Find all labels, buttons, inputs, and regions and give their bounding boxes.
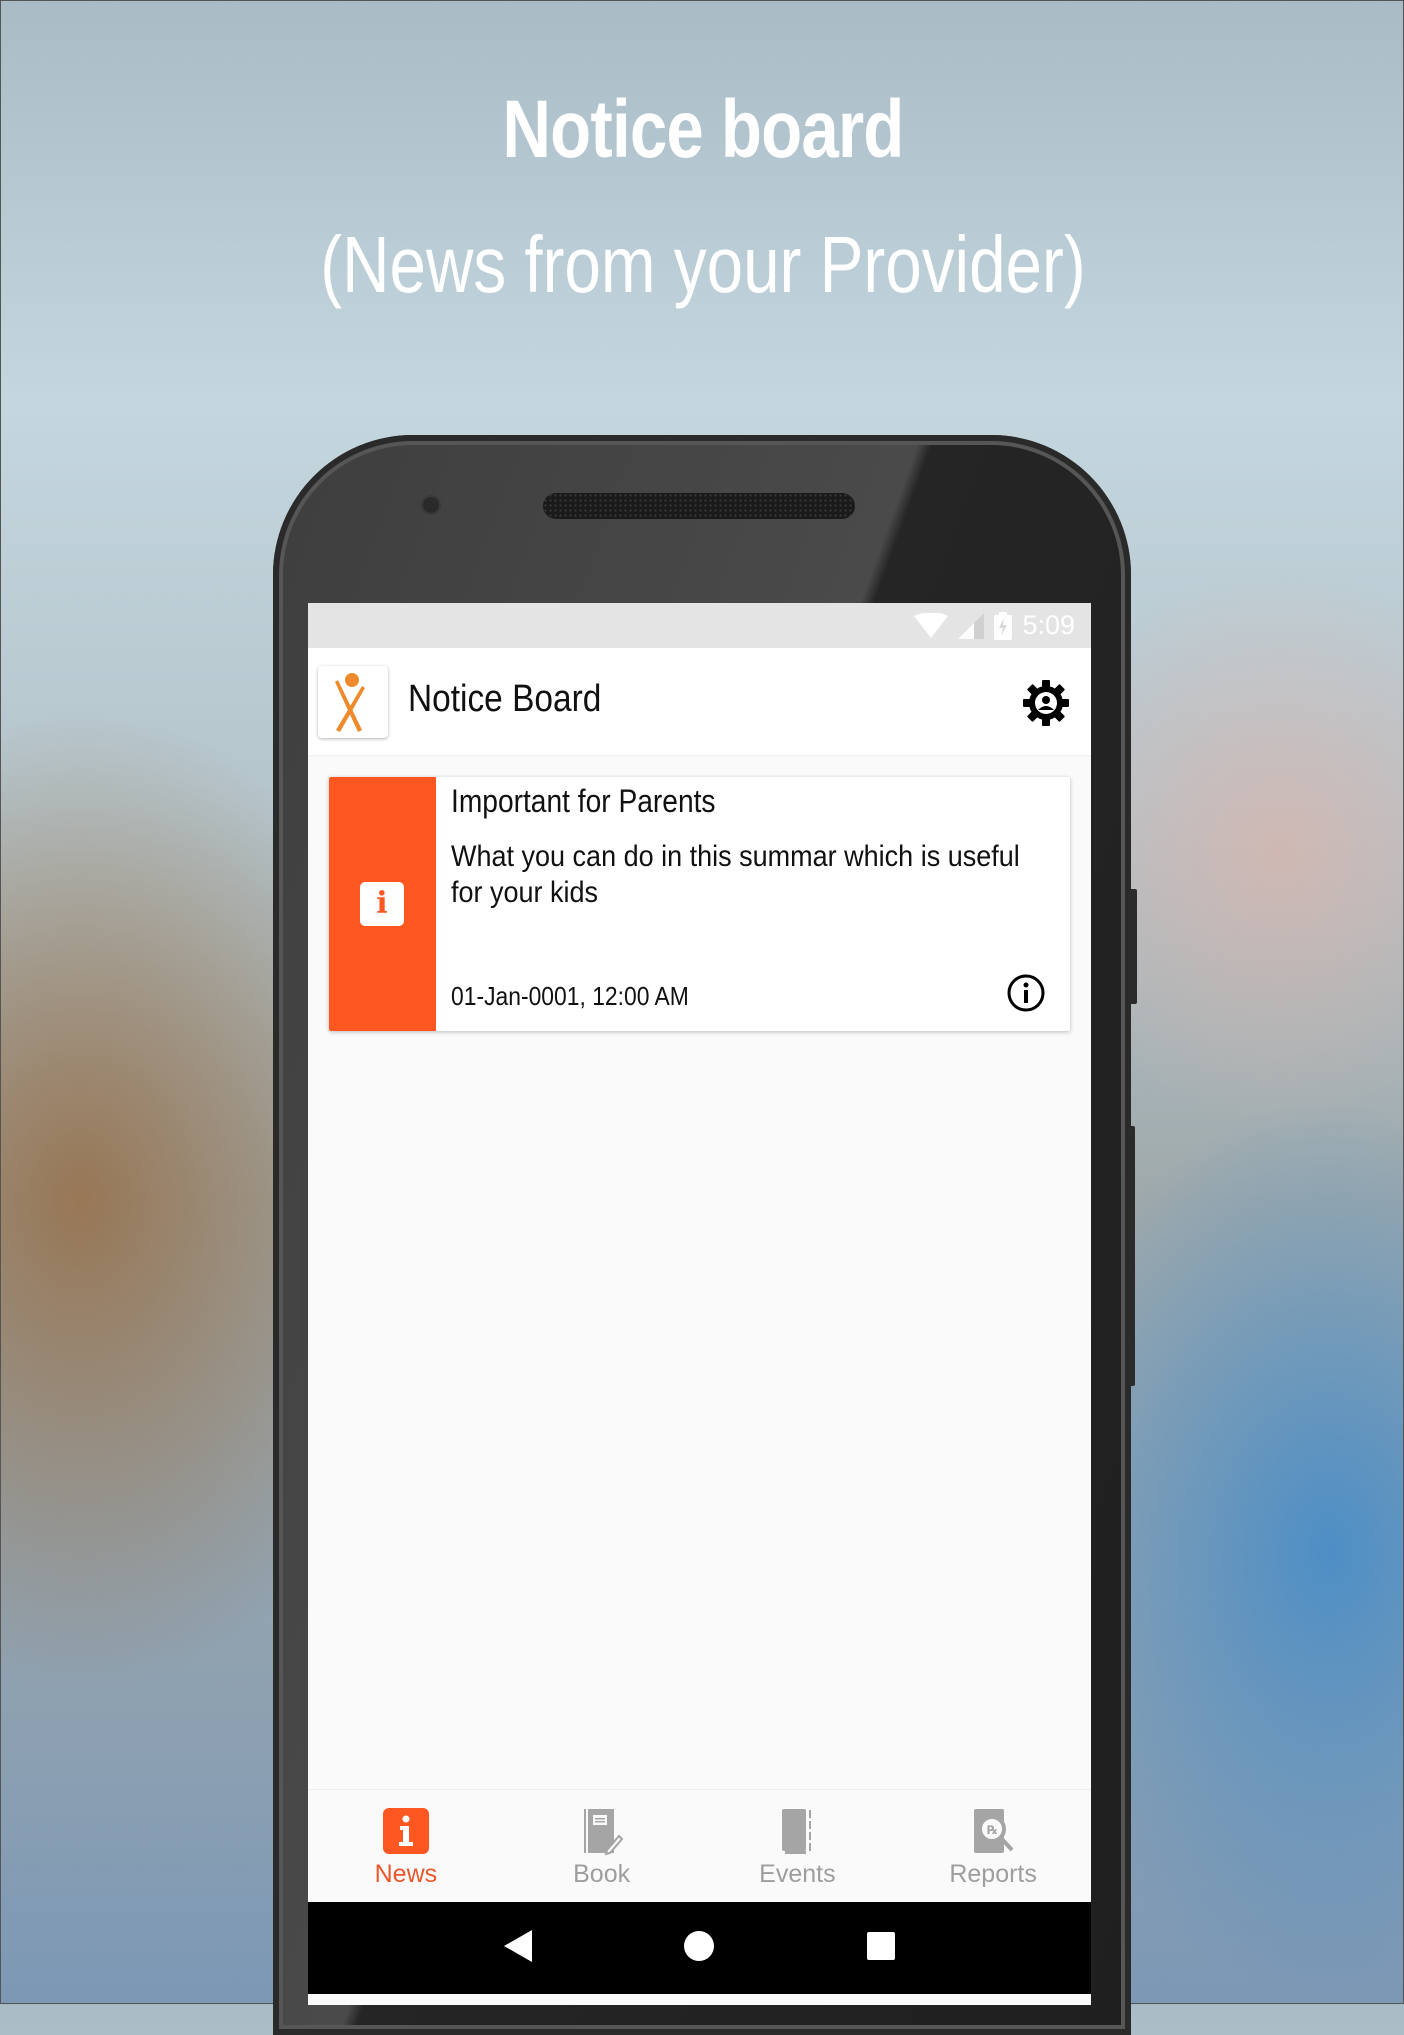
settings-icon	[1023, 680, 1069, 726]
nav-label-reports: Reports	[949, 1860, 1037, 1888]
info-icon: i	[360, 882, 404, 926]
battery-charging-icon	[994, 611, 1013, 640]
book-icon	[583, 1809, 623, 1856]
system-navigation-bar	[308, 1902, 1091, 1994]
notice-title: Important for Parents	[451, 783, 716, 819]
status-time: 5:09	[1022, 610, 1075, 640]
app-bar: Notice Board	[308, 648, 1091, 755]
notice-body: What you can do in this summar which is …	[451, 840, 1020, 909]
phone-volume-button	[1129, 1126, 1135, 1386]
reports-icon: ℞	[974, 1809, 1014, 1853]
nav-tab-events[interactable]: Events	[700, 1790, 896, 1903]
nav-tab-news[interactable]: News	[308, 1790, 504, 1903]
app-logo-icon	[335, 673, 365, 732]
notice-date: 01-Jan-0001, 12:00 AM	[451, 981, 689, 1011]
info-circle-icon	[1007, 974, 1045, 1012]
wifi-icon	[914, 612, 949, 638]
app-logo	[318, 666, 388, 738]
news-info-icon	[382, 1808, 429, 1854]
promo-title: Notice board	[502, 84, 904, 175]
status-bar: 5:09	[308, 603, 1091, 648]
app-title: Notice Board	[408, 678, 602, 720]
nav-label-events: Events	[759, 1860, 836, 1888]
system-back-button[interactable]	[503, 1929, 532, 1967]
system-home-button[interactable]	[683, 1930, 715, 1967]
bottom-navigation: News Book Events ℞ Reports	[308, 1789, 1091, 1903]
home-circle-icon	[683, 1930, 714, 1961]
notice-type-stripe: i	[329, 777, 436, 1031]
settings-button[interactable]	[1021, 678, 1071, 728]
nav-label-news: News	[374, 1860, 438, 1888]
back-triangle-icon	[503, 1929, 532, 1962]
cell-signal-icon	[958, 612, 985, 639]
notice-details-button[interactable]	[1006, 973, 1046, 1013]
recents-square-icon	[866, 1931, 895, 1960]
promo-subtitle: (News from your Provider)	[320, 220, 1086, 309]
nav-tab-book[interactable]: Book	[504, 1790, 700, 1903]
front-camera	[423, 497, 439, 513]
notice-card[interactable]: i Important for Parents What you can do …	[329, 777, 1070, 1031]
events-icon	[782, 1809, 812, 1854]
nav-tab-reports[interactable]: ℞ Reports	[895, 1790, 1091, 1903]
system-recents-button[interactable]	[866, 1931, 896, 1966]
earpiece-speaker	[543, 493, 855, 519]
nav-label-book: Book	[573, 1860, 631, 1888]
svg-text:℞: ℞	[987, 1823, 998, 1837]
phone-screen: 5:09 Notice Board i Important for Parent…	[308, 603, 1091, 2005]
phone-power-button	[1129, 889, 1137, 1004]
